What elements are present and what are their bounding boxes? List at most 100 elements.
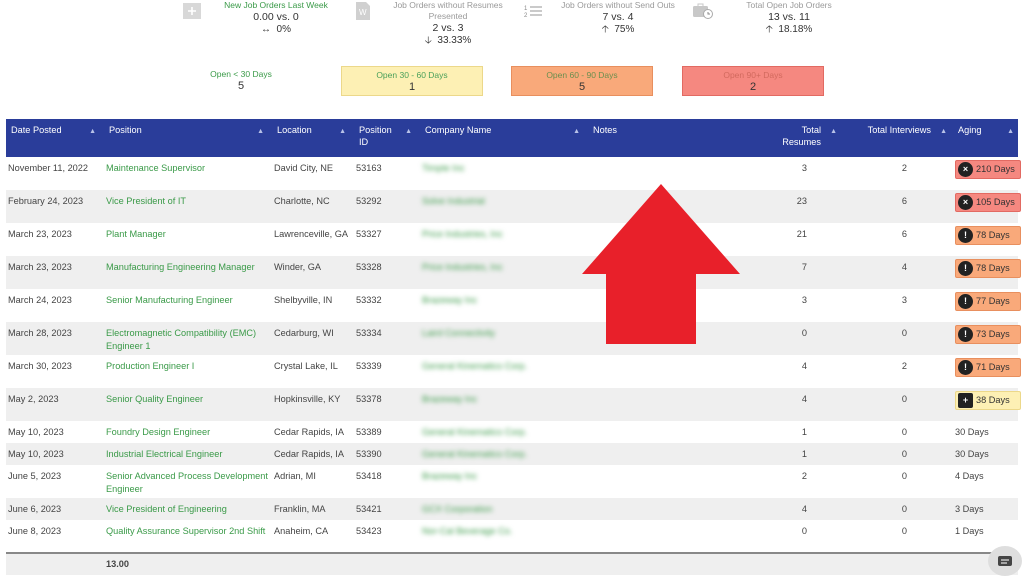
cell-date: June 8, 2023 bbox=[8, 526, 62, 536]
bucket-label: Open 60 - 90 Days bbox=[546, 70, 618, 80]
arrow-up-icon: 🡡 bbox=[601, 24, 609, 35]
cell-company-link[interactable]: Brazeway Inc bbox=[422, 295, 477, 305]
bucket-60-90[interactable]: Open 60 - 90 Days 5 bbox=[511, 66, 653, 96]
cell-position-link[interactable]: Senior Manufacturing Engineer bbox=[104, 289, 272, 322]
cell-company-link[interactable]: Brazeway Inc bbox=[422, 471, 477, 481]
kpi-no-resumes: Job Orders without Resumes Presented 2 v… bbox=[390, 0, 506, 47]
sort-icon[interactable]: ▲ bbox=[89, 126, 96, 138]
table-row[interactable]: March 30, 2023 Production Engineer I Cryst… bbox=[6, 355, 1021, 388]
table-row[interactable]: February 24, 2023 Vice President of IT Cha… bbox=[6, 190, 1021, 223]
table-row[interactable]: May 2, 2023 Senior Quality Engineer Hopkin… bbox=[6, 388, 1021, 421]
cell-company-link[interactable]: Timpte Inc bbox=[422, 163, 465, 173]
sort-icon[interactable]: ▲ bbox=[405, 126, 412, 138]
bucket-value: 5 bbox=[237, 80, 245, 92]
cell-aging: ! 78 Days bbox=[953, 223, 1021, 256]
sort-icon[interactable]: ▲ bbox=[339, 126, 346, 138]
table-row[interactable]: March 23, 2023 Plant Manager Lawrenceville… bbox=[6, 223, 1021, 256]
cell-position-link[interactable]: Senior Quality Engineer bbox=[104, 388, 272, 421]
cell-aging: ! 71 Days bbox=[953, 355, 1021, 388]
cell-position-link[interactable]: Maintenance Supervisor bbox=[104, 157, 272, 190]
bucket-under-30[interactable]: Open < 30 Days 5 bbox=[170, 66, 312, 96]
table-row[interactable]: March 28, 2023 Electromagnetic Compatibil… bbox=[6, 322, 1021, 355]
table-row[interactable]: March 23, 2023 Manufacturing Engineering … bbox=[6, 256, 1021, 289]
col-header-position[interactable]: Position ▲ bbox=[104, 119, 272, 157]
col-header-company[interactable]: Company Name ▲ bbox=[420, 119, 588, 157]
col-header-location[interactable]: Location ▲ bbox=[272, 119, 354, 157]
table-row[interactable]: June 6, 2023 Vice President of Engineerin… bbox=[6, 498, 1018, 520]
col-header-aging[interactable]: Aging ▲ bbox=[953, 119, 1018, 157]
cell-position-link[interactable]: Vice President of IT bbox=[104, 190, 272, 223]
cell-position-id: 53332 bbox=[356, 295, 382, 305]
table-row[interactable]: June 8, 2023 Quality Assurance Supervisor… bbox=[6, 520, 1018, 553]
cell-company-link[interactable]: Brazeway Inc bbox=[422, 394, 477, 404]
aging-badge: ! 73 Days bbox=[955, 325, 1021, 344]
cell-total-interviews: 2 bbox=[901, 163, 907, 173]
cell-date: June 5, 2023 bbox=[8, 471, 62, 481]
cell-total-resumes: 1 bbox=[801, 427, 807, 437]
col-header-total-interviews[interactable]: Total Interviews ▲ bbox=[843, 119, 953, 157]
kpi-change: 0% bbox=[276, 24, 291, 35]
table-row[interactable]: May 10, 2023 Foundry Design Engineer Cedar… bbox=[6, 421, 1018, 443]
bucket-90-plus[interactable]: Open 90+ Days 2 bbox=[682, 66, 824, 96]
annotation-arrow-up-icon bbox=[582, 184, 740, 344]
cell-total-interviews: 4 bbox=[901, 262, 907, 272]
aging-badge: ! 78 Days bbox=[955, 259, 1021, 278]
cell-company-link[interactable]: Price Industries, Inc bbox=[422, 229, 503, 239]
table-row[interactable]: May 10, 2023 Industrial Electrical Engine… bbox=[6, 443, 1018, 465]
cell-company-link[interactable]: Price Industries, Inc bbox=[422, 262, 503, 272]
cell-location: Charlotte, NC bbox=[274, 196, 330, 206]
cell-position-link[interactable]: Senior Advanced Process Development Engi… bbox=[104, 465, 272, 498]
cell-total-interviews: 0 bbox=[901, 328, 907, 338]
cell-position-link[interactable]: Electromagnetic Compatibility (EMC) Engi… bbox=[104, 322, 272, 355]
cell-company-link[interactable]: General Kinematics Corp. bbox=[422, 427, 527, 437]
kpi-title: Job Orders without Resumes Presented bbox=[393, 0, 503, 21]
cell-position-link[interactable]: Foundry Design Engineer bbox=[104, 421, 272, 443]
table-row[interactable]: November 11, 2022 Maintenance Supervisor D… bbox=[6, 157, 1021, 190]
table-footer-row: 13.00 bbox=[6, 553, 1018, 575]
table-row[interactable]: March 24, 2023 Senior Manufacturing Engin… bbox=[6, 289, 1021, 322]
cell-notes bbox=[588, 465, 758, 498]
aging-value: 30 Days bbox=[955, 427, 989, 437]
col-header-position-id[interactable]: Position ID ▲ bbox=[354, 119, 420, 157]
cell-total-resumes: 3 bbox=[801, 295, 807, 305]
col-header-date[interactable]: Date Posted ▲ bbox=[6, 119, 104, 157]
col-header-notes[interactable]: Notes bbox=[588, 119, 758, 157]
kpi-value: 7 vs. 4 bbox=[602, 11, 634, 23]
kpi-value: 0.00 vs. 0 bbox=[253, 11, 299, 23]
sort-icon[interactable]: ▲ bbox=[1007, 126, 1014, 138]
cell-company-link[interactable]: GCX Corporation bbox=[422, 504, 492, 514]
cell-position-id: 53418 bbox=[356, 471, 382, 481]
cell-company-link[interactable]: Laird Connectivity bbox=[422, 328, 495, 338]
chat-launcher-button[interactable] bbox=[988, 546, 1022, 576]
bucket-30-60[interactable]: Open 30 - 60 Days 1 bbox=[341, 66, 483, 96]
cell-date: March 23, 2023 bbox=[8, 229, 72, 239]
cell-location: Winder, GA bbox=[274, 262, 321, 272]
kpi-change: 75% bbox=[614, 24, 635, 35]
sort-icon[interactable]: ▲ bbox=[940, 126, 947, 138]
cell-position-link[interactable]: Industrial Electrical Engineer bbox=[104, 443, 272, 465]
sort-icon[interactable]: ▲ bbox=[257, 126, 264, 138]
cell-aging: ! 73 Days bbox=[953, 322, 1021, 355]
cell-date: June 6, 2023 bbox=[8, 504, 62, 514]
col-header-total-resumes[interactable]: Total Resumes ▲ bbox=[758, 119, 843, 157]
sort-icon[interactable]: ▲ bbox=[573, 126, 580, 138]
cell-company-link[interactable]: General Kinematics Corp. bbox=[422, 449, 527, 459]
cell-position-link[interactable]: Production Engineer I bbox=[104, 355, 272, 388]
table-row[interactable]: June 5, 2023 Senior Advanced Process Deve… bbox=[6, 465, 1018, 498]
cell-date: February 24, 2023 bbox=[8, 196, 84, 206]
alert-circle-icon: ! bbox=[958, 360, 973, 375]
cell-company-link[interactable]: Solve Industrial bbox=[422, 196, 485, 206]
cell-position-link[interactable]: Manufacturing Engineering Manager bbox=[104, 256, 272, 289]
cell-aging: ! 77 Days bbox=[953, 289, 1021, 322]
cell-position-link[interactable]: Vice President of Engineering bbox=[104, 498, 272, 520]
cell-location: Adrian, MI bbox=[274, 471, 316, 481]
cell-total-resumes: 3 bbox=[801, 163, 807, 173]
cell-company-link[interactable]: Nor-Cal Beverage Co. bbox=[422, 526, 512, 536]
cell-position-link[interactable]: Plant Manager bbox=[104, 223, 272, 256]
cell-position-link[interactable]: Quality Assurance Supervisor 2nd Shift bbox=[104, 520, 272, 553]
aging-value: 1 Days bbox=[955, 526, 984, 536]
sort-icon[interactable]: ▲ bbox=[830, 126, 837, 138]
cell-company-link[interactable]: General Kinematics Corp. bbox=[422, 361, 527, 371]
aging-value: 78 Days bbox=[976, 263, 1010, 273]
alert-circle-icon: ! bbox=[958, 327, 973, 342]
